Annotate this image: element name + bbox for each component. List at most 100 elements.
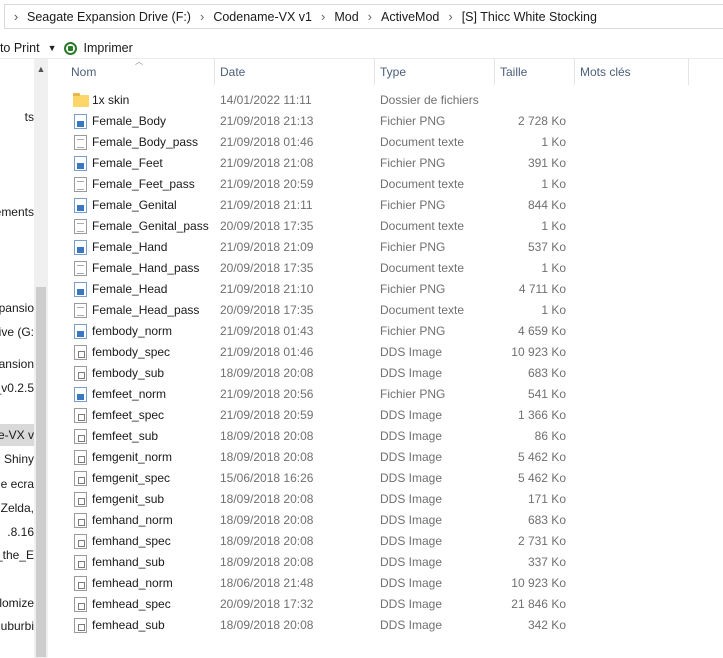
crumb-activemod[interactable]: ActiveMod bbox=[381, 10, 439, 24]
file-row[interactable]: Female_Body 21/09/2018 21:13 Fichier PNG 2 … bbox=[48, 111, 723, 132]
crumb-current-folder[interactable]: [S] Thicc White Stocking bbox=[462, 10, 597, 24]
nav-item-label: ts bbox=[24, 110, 34, 124]
column-divider[interactable] bbox=[688, 59, 689, 85]
crumb-drive[interactable]: Seagate Expansion Drive (F:) bbox=[27, 10, 191, 24]
crumb-mod[interactable]: Mod bbox=[334, 10, 358, 24]
nav-item-label: ements bbox=[0, 205, 34, 219]
file-size: 537 Ko bbox=[527, 240, 566, 254]
nav-item[interactable]: ements bbox=[0, 201, 36, 223]
nav-scrollbar[interactable]: ▲ bbox=[34, 59, 48, 658]
file-type: DDS Image bbox=[380, 576, 443, 590]
file-row[interactable]: femhand_spec 18/09/2018 20:08 DDS Image 2 7… bbox=[48, 531, 723, 552]
sort-ascending-icon: ︿ bbox=[135, 57, 143, 66]
nav-item[interactable]: lomize bbox=[0, 592, 36, 614]
file-row[interactable]: Female_Hand_pass 20/09/2018 17:35 Document… bbox=[48, 258, 723, 279]
dds-file-icon bbox=[74, 408, 87, 423]
photo-print-button[interactable]: oto Print bbox=[0, 41, 40, 55]
file-row[interactable]: Female_Genital 21/09/2018 21:11 Fichier PN… bbox=[48, 195, 723, 216]
nav-item[interactable]: e-VX v bbox=[0, 424, 36, 446]
file-row[interactable]: femhead_spec 20/09/2018 17:32 DDS Image 21 … bbox=[48, 594, 723, 615]
nav-item[interactable]: ts bbox=[0, 106, 36, 128]
file-row[interactable]: femhead_norm 18/06/2018 21:48 DDS Image 10 … bbox=[48, 573, 723, 594]
file-row[interactable]: Female_Feet_pass 21/09/2018 20:59 Document… bbox=[48, 174, 723, 195]
dds-file-icon bbox=[74, 471, 87, 486]
file-row[interactable]: Female_Head 21/09/2018 21:10 Fichier PNG 4 … bbox=[48, 279, 723, 300]
file-type: Document texte bbox=[380, 219, 465, 233]
dropdown-arrow-icon[interactable]: ▼ bbox=[48, 43, 57, 53]
file-row[interactable]: fembody_norm 21/09/2018 01:43 Fichier PNG 4… bbox=[48, 321, 723, 342]
file-row[interactable]: femhand_norm 18/09/2018 20:08 DDS Image 683… bbox=[48, 510, 723, 531]
file-row[interactable]: femgenit_norm 18/09/2018 20:08 DDS Image 5 … bbox=[48, 447, 723, 468]
file-size: 1 Ko bbox=[541, 261, 566, 275]
nav-item[interactable]: .8.16 bbox=[0, 521, 36, 543]
file-row[interactable]: femgenit_sub 18/09/2018 20:08 DDS Image 171… bbox=[48, 489, 723, 510]
column-header-type[interactable]: Type bbox=[375, 59, 406, 85]
file-size: 1 Ko bbox=[541, 303, 566, 317]
chevron-right-icon[interactable]: › bbox=[191, 9, 213, 24]
nav-scroll-thumb[interactable] bbox=[36, 287, 46, 657]
file-name: femgenit_sub bbox=[92, 492, 165, 506]
png-file-icon bbox=[74, 240, 87, 255]
file-date: 18/09/2018 20:08 bbox=[220, 450, 314, 464]
file-size: 86 Ko bbox=[534, 429, 566, 443]
nav-item[interactable]: pansion bbox=[0, 353, 36, 375]
column-header-size[interactable]: Taille bbox=[495, 59, 527, 85]
nav-item[interactable]: xpansio bbox=[0, 297, 36, 319]
nav-item[interactable]: Zelda, bbox=[0, 497, 36, 519]
file-date: 20/09/2018 17:35 bbox=[220, 303, 314, 317]
nav-item-label: uburbi bbox=[0, 619, 34, 633]
file-row[interactable]: Female_Genital_pass 20/09/2018 17:35 Docum… bbox=[48, 216, 723, 237]
file-name: Female_Genital_pass bbox=[92, 219, 209, 233]
scroll-up-icon[interactable]: ▲ bbox=[34, 62, 48, 76]
nav-item[interactable]: _the_E bbox=[0, 544, 36, 566]
file-row[interactable]: Female_Feet 21/09/2018 21:08 Fichier PNG 39… bbox=[48, 153, 723, 174]
file-row[interactable]: fembody_spec 21/09/2018 01:46 DDS Image 10 … bbox=[48, 342, 723, 363]
file-type: DDS Image bbox=[380, 366, 443, 380]
file-size: 337 Ko bbox=[527, 555, 566, 569]
breadcrumb-chevron-icon[interactable]: › bbox=[5, 9, 27, 24]
chevron-right-icon[interactable]: › bbox=[312, 9, 334, 24]
crumb-codename[interactable]: Codename-VX v1 bbox=[213, 10, 312, 24]
nav-item[interactable]: ge ecra bbox=[0, 473, 36, 495]
file-row[interactable]: Female_Head_pass 20/09/2018 17:35 Document… bbox=[48, 300, 723, 321]
nav-item[interactable]: ive (G: bbox=[0, 321, 36, 343]
column-size-label: Taille bbox=[500, 65, 528, 79]
file-name: Female_Head bbox=[92, 282, 168, 296]
file-row[interactable]: femfeet_sub 18/09/2018 20:08 DDS Image 86 K… bbox=[48, 426, 723, 447]
png-file-icon bbox=[74, 387, 87, 402]
nav-item[interactable]: _v0.2.5 bbox=[0, 377, 36, 399]
file-date: 20/09/2018 17:32 bbox=[220, 597, 314, 611]
nav-item-label: e-VX v bbox=[0, 428, 34, 442]
file-date: 21/09/2018 21:11 bbox=[220, 198, 313, 212]
command-toolbar: oto Print ▼ Imprimer bbox=[0, 37, 723, 59]
file-row[interactable]: Female_Hand 21/09/2018 21:09 Fichier PNG 53… bbox=[48, 237, 723, 258]
text-file-icon bbox=[74, 261, 87, 276]
file-row[interactable]: femhead_sub 18/09/2018 20:08 DDS Image 342 … bbox=[48, 615, 723, 636]
file-row[interactable]: femfeet_spec 21/09/2018 20:59 DDS Image 1 3… bbox=[48, 405, 723, 426]
file-row[interactable]: femgenit_spec 15/06/2018 16:26 DDS Image 5 … bbox=[48, 468, 723, 489]
column-header-date[interactable]: Date bbox=[215, 59, 245, 85]
nav-item[interactable]: Shiny bbox=[0, 448, 36, 470]
nav-item[interactable]: uburbi bbox=[0, 615, 36, 637]
chevron-right-icon[interactable]: › bbox=[359, 9, 381, 24]
file-name: femgenit_norm bbox=[92, 450, 173, 464]
file-row[interactable]: 1x skin 14/01/2022 11:11 Dossier de fichie… bbox=[48, 90, 723, 111]
file-type: DDS Image bbox=[380, 408, 443, 422]
file-row[interactable]: Female_Body_pass 21/09/2018 01:46 Document… bbox=[48, 132, 723, 153]
address-breadcrumb[interactable]: › Seagate Expansion Drive (F:) › Codenam… bbox=[4, 4, 723, 29]
file-row[interactable]: femfeet_norm 21/09/2018 20:56 Fichier PNG 5… bbox=[48, 384, 723, 405]
print-button[interactable]: Imprimer bbox=[83, 41, 132, 55]
file-type: DDS Image bbox=[380, 597, 443, 611]
column-name-label: Nom bbox=[71, 65, 97, 79]
file-date: 20/09/2018 17:35 bbox=[220, 219, 314, 233]
column-header-name[interactable]: Nom bbox=[66, 59, 96, 85]
file-list: Nom ︿ Date Type Taille Mots clés 1x skin… bbox=[48, 57, 723, 658]
chevron-right-icon[interactable]: › bbox=[439, 9, 461, 24]
nav-item-label: Zelda, bbox=[0, 501, 34, 515]
column-header-tags[interactable]: Mots clés bbox=[575, 59, 631, 85]
file-name: Female_Feet_pass bbox=[92, 177, 195, 191]
file-row[interactable]: fembody_sub 18/09/2018 20:08 DDS Image 683 … bbox=[48, 363, 723, 384]
file-row[interactable]: femhand_sub 18/09/2018 20:08 DDS Image 337 … bbox=[48, 552, 723, 573]
file-date: 21/09/2018 01:43 bbox=[220, 324, 314, 338]
file-name: Female_Head_pass bbox=[92, 303, 200, 317]
